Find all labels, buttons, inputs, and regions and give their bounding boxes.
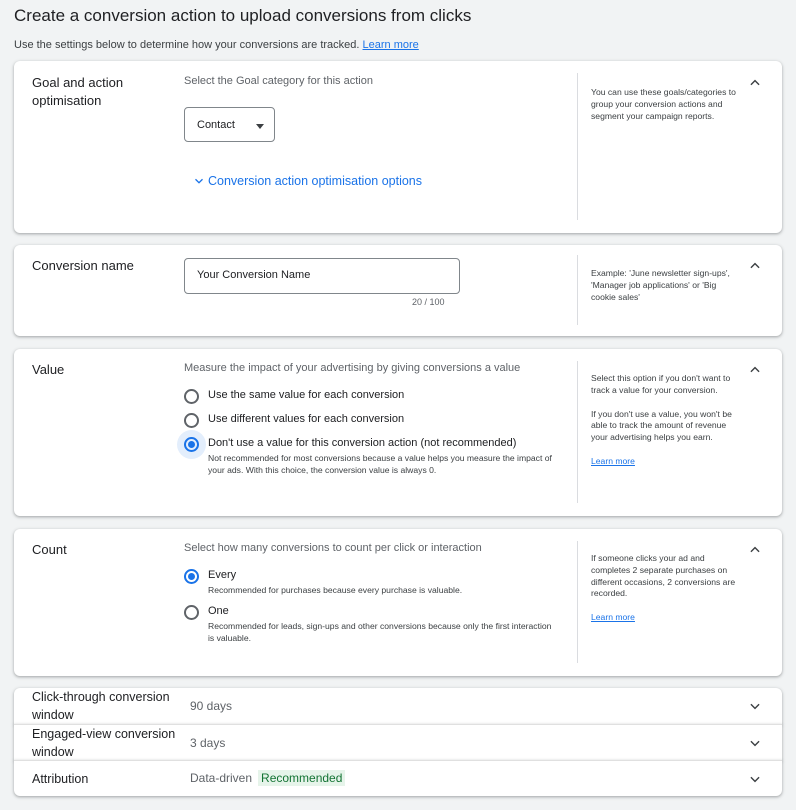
radio-label: Don't use a value for this conversion ac… bbox=[208, 437, 517, 449]
page-subtitle-text: Use the settings below to determine how … bbox=[14, 39, 360, 51]
char-counter: 20 / 100 bbox=[412, 297, 445, 307]
click-through-window-row[interactable]: Click-through conversion window 90 days bbox=[14, 688, 782, 724]
collapse-value-chevron-up-icon[interactable] bbox=[748, 363, 762, 377]
expand-chevron-down-icon[interactable] bbox=[748, 772, 762, 786]
conversion-name-help: Example: 'June newsletter sign-ups', 'Ma… bbox=[591, 268, 730, 302]
optimisation-options-label: Conversion action optimisation options bbox=[208, 174, 423, 188]
value-card: Value Measure the impact of your adverti… bbox=[14, 349, 782, 516]
count-learn-more-link[interactable]: Learn more bbox=[591, 612, 736, 624]
attribution-value-wrap: Data-driven Recommended bbox=[190, 770, 346, 786]
value-learn-more-link[interactable]: Learn more bbox=[591, 456, 736, 468]
engaged-view-title-line1: Engaged-view conversion bbox=[32, 727, 176, 741]
radio-label: Use different values for each conversion bbox=[208, 413, 405, 425]
optimisation-options-link[interactable]: Conversion action optimisation options bbox=[192, 174, 422, 188]
engaged-view-value: 3 days bbox=[190, 736, 226, 750]
value-description: Measure the impact of your advertising b… bbox=[184, 362, 521, 374]
engaged-view-window-row[interactable]: Engaged-view conversion window 3 days bbox=[14, 724, 782, 760]
value-help-2: If you don't use a value, you won't be a… bbox=[591, 408, 732, 443]
value-help: Select this option if you don't want to … bbox=[591, 373, 736, 468]
goal-divider bbox=[577, 73, 578, 220]
expand-chevron-down-icon[interactable] bbox=[748, 736, 762, 750]
radio-button[interactable] bbox=[184, 413, 199, 428]
click-through-title-line2: window bbox=[32, 708, 74, 722]
dropdown-caret-icon bbox=[256, 124, 264, 129]
count-help: If someone clicks your ad and completes … bbox=[591, 553, 736, 624]
value-option-none[interactable]: Don't use a value for this conversion ac… bbox=[177, 430, 558, 476]
value-option-different[interactable]: Use different values for each conversion bbox=[184, 413, 404, 428]
radio-label: Every bbox=[208, 569, 237, 581]
count-card: Count Select how many conversions to cou… bbox=[14, 529, 782, 676]
count-divider bbox=[577, 541, 578, 663]
radio-sublabel: Not recommended for most conversions bec… bbox=[208, 453, 552, 475]
value-option-same[interactable]: Use the same value for each conversion bbox=[184, 389, 404, 404]
attribution-value: Data-driven bbox=[190, 771, 253, 785]
count-option-every[interactable]: Every Recommended for purchases because … bbox=[184, 569, 558, 597]
radio-sublabel: Recommended for leads, sign-ups and othe… bbox=[208, 621, 552, 643]
radio-button[interactable] bbox=[184, 605, 199, 620]
recommended-badge: Recommended bbox=[258, 770, 346, 786]
conversion-name-input[interactable] bbox=[197, 269, 447, 281]
goal-title-line2: optimisation bbox=[32, 93, 102, 108]
radio-button-checked[interactable] bbox=[184, 437, 199, 452]
collapse-conversion-name-chevron-up-icon[interactable] bbox=[748, 259, 762, 273]
radio-sublabel: Recommended for purchases because every … bbox=[208, 585, 463, 595]
radio-label: One bbox=[208, 605, 229, 617]
page-title: Create a conversion action to upload con… bbox=[14, 6, 472, 25]
attribution-title: Attribution bbox=[32, 772, 89, 786]
conversion-name-divider bbox=[577, 255, 578, 325]
page-subtitle: Use the settings below to determine how … bbox=[14, 39, 419, 51]
click-through-title: Click-through conversion window bbox=[32, 688, 170, 724]
learn-more-link[interactable]: Learn more bbox=[363, 39, 419, 51]
goal-help: You can use these goals/categories to gr… bbox=[591, 87, 736, 121]
chevron-down-icon bbox=[195, 178, 203, 184]
collapse-goal-chevron-up-icon[interactable] bbox=[748, 76, 762, 90]
engaged-view-title: Engaged-view conversion window bbox=[32, 725, 175, 761]
goal-card: Goal and action optimisation Select the … bbox=[14, 61, 782, 233]
conversion-name-title: Conversion name bbox=[32, 258, 134, 273]
expand-chevron-down-icon[interactable] bbox=[748, 699, 762, 713]
conversion-name-field[interactable] bbox=[184, 258, 460, 294]
engaged-view-title-line2: window bbox=[32, 745, 74, 759]
radio-button-checked[interactable] bbox=[184, 569, 199, 584]
radio-label: Use the same value for each conversion bbox=[208, 389, 405, 401]
click-through-title-line1: Click-through conversion bbox=[32, 690, 170, 704]
click-through-value: 90 days bbox=[190, 699, 233, 713]
count-help-text: If someone clicks your ad and completes … bbox=[591, 553, 736, 599]
goal-category-value: Contact bbox=[197, 119, 235, 131]
value-help-1: Select this option if you don't want to … bbox=[591, 373, 731, 395]
count-description: Select how many conversions to count per… bbox=[184, 542, 482, 554]
conversion-name-card: Conversion name 20 / 100 Example: 'June … bbox=[14, 245, 782, 336]
value-divider bbox=[577, 361, 578, 503]
value-title: Value bbox=[32, 362, 65, 377]
goal-description: Select the Goal category for this action bbox=[184, 75, 373, 87]
count-option-one[interactable]: One Recommended for leads, sign-ups and … bbox=[184, 605, 558, 644]
count-title: Count bbox=[32, 542, 67, 557]
goal-title: Goal and action optimisation bbox=[32, 74, 123, 110]
goal-title-line1: Goal and action bbox=[32, 75, 124, 90]
collapse-count-chevron-up-icon[interactable] bbox=[748, 543, 762, 557]
goal-category-select[interactable]: Contact bbox=[184, 107, 275, 142]
attribution-row[interactable]: Attribution Data-driven Recommended bbox=[14, 760, 782, 796]
radio-button[interactable] bbox=[184, 389, 199, 404]
